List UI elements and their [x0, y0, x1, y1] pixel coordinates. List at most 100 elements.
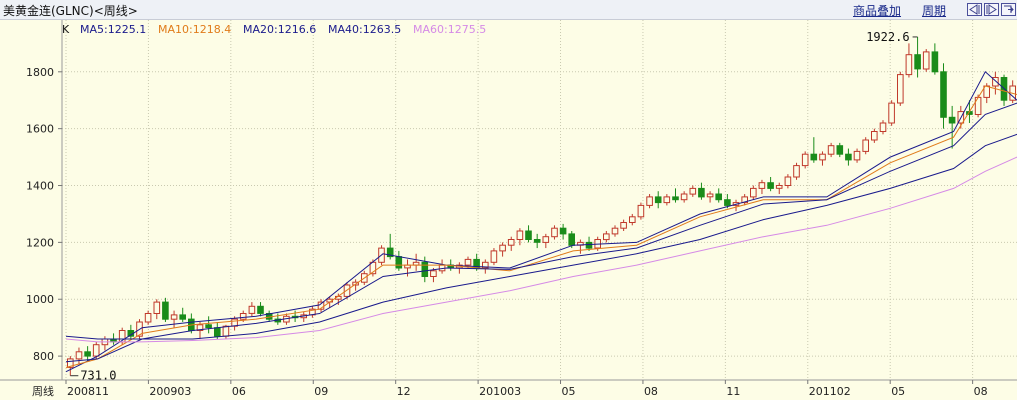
candle	[836, 142, 844, 158]
candle-body	[715, 193, 723, 201]
candle	[931, 43, 939, 75]
candle	[127, 324, 135, 340]
zoom-button[interactable]	[1001, 3, 1016, 16]
candle	[827, 142, 835, 158]
candle-body	[603, 233, 610, 241]
candle-body	[568, 233, 576, 246]
scroll-left-button[interactable]	[967, 3, 982, 16]
candle	[801, 151, 809, 169]
zoom-icon	[1004, 5, 1014, 13]
candle-body	[646, 196, 653, 206]
candle-body	[179, 314, 186, 320]
ma-legend: K MA5:1225.1 MA10:1218.4 MA20:1216.6 MA40:12…	[62, 23, 486, 36]
x-axis-label: 周线	[32, 384, 54, 398]
candle-body	[827, 145, 835, 155]
candle	[732, 199, 740, 212]
candle	[871, 128, 878, 143]
candle-body	[905, 54, 913, 76]
candle	[559, 223, 567, 240]
x-tick-label: 200811	[67, 385, 109, 398]
candle-body	[801, 153, 809, 167]
candle-body	[620, 222, 627, 229]
candle-body	[862, 139, 870, 152]
scroll-right-icon	[986, 4, 997, 15]
candle-body	[940, 71, 947, 118]
x-tick-label: 200903	[149, 385, 191, 398]
x-tick-label: 201102	[809, 385, 851, 398]
candle	[948, 105, 956, 149]
x-tick-label: 05	[891, 385, 905, 398]
period-link[interactable]: 周期	[922, 2, 946, 19]
candle-body	[92, 344, 100, 357]
legend-item: MA60:1275.5	[413, 23, 486, 36]
y-tick-label: 1800	[26, 66, 54, 79]
legend-item: MA10:1218.4	[158, 23, 231, 36]
legend-item: MA40:1263.5	[328, 23, 401, 36]
candlestick-chart[interactable]: 800 1000 1200 1400 1600 1800 周线 200811 200903 06 0…	[0, 20, 1017, 400]
candle-body	[75, 351, 83, 360]
candle	[853, 148, 861, 163]
candle	[914, 36, 921, 78]
candle-body	[611, 227, 619, 235]
candle	[715, 188, 723, 203]
candle-body	[525, 230, 532, 240]
candle-body	[542, 236, 550, 243]
candle	[793, 162, 800, 180]
candle-body	[170, 314, 178, 320]
candle-body	[257, 305, 264, 314]
candle	[663, 194, 671, 206]
y-tick-label: 1200	[26, 236, 54, 249]
candle	[144, 310, 152, 325]
scroll-left-icon	[969, 4, 980, 15]
candle-body	[871, 131, 878, 141]
candle	[75, 347, 83, 365]
candle-body	[853, 150, 861, 161]
candle-body	[551, 227, 558, 238]
candle	[170, 310, 178, 328]
candle-body	[914, 54, 921, 70]
candle	[603, 231, 610, 243]
candle-body	[689, 187, 697, 195]
low-label: 731.0	[80, 369, 116, 383]
candle	[179, 307, 186, 322]
x-tick-label: 12	[397, 385, 411, 398]
candle-body	[421, 261, 429, 278]
candle	[940, 63, 947, 129]
candle-body	[654, 196, 662, 204]
candle-body	[922, 51, 930, 70]
candle	[862, 137, 870, 155]
candle-body	[767, 182, 774, 189]
candle	[248, 302, 256, 317]
candle	[629, 213, 636, 226]
candle-body	[637, 204, 645, 218]
candle-body	[810, 153, 818, 161]
candle-body	[672, 196, 679, 201]
candle-body	[585, 241, 593, 249]
candle-body	[559, 227, 567, 235]
candle	[153, 299, 161, 320]
candle	[525, 225, 532, 243]
candle-body	[239, 313, 247, 320]
candle	[810, 137, 818, 163]
x-tick-label: 11	[726, 385, 740, 398]
candle-body	[499, 244, 506, 252]
candle-body	[819, 153, 826, 161]
x-tick-label: 09	[314, 385, 328, 398]
scroll-right-button[interactable]	[984, 3, 999, 16]
candle-body	[948, 116, 956, 124]
candle	[767, 176, 774, 192]
candle-body	[698, 187, 705, 198]
candle	[845, 148, 852, 166]
candle	[698, 182, 705, 200]
x-tick-label: 06	[232, 385, 246, 398]
candle	[490, 248, 498, 266]
x-tick-label: 08	[644, 385, 658, 398]
candle-body	[153, 301, 161, 315]
candle	[758, 179, 766, 195]
candle-body	[724, 199, 731, 206]
candle	[499, 242, 506, 257]
candle	[775, 182, 783, 195]
candle-body	[144, 313, 152, 323]
candle	[888, 100, 895, 126]
commodity-overlay-link[interactable]: 商品叠加	[853, 2, 901, 19]
